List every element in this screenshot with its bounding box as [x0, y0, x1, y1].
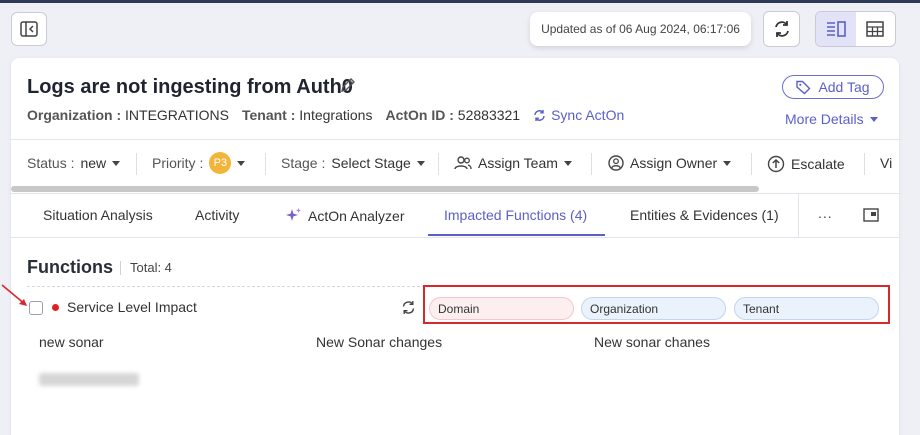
- tab-situation-analysis[interactable]: Situation Analysis: [43, 207, 153, 223]
- more-tabs-icon[interactable]: ...: [818, 205, 833, 221]
- domain-chip: Domain: [429, 297, 574, 320]
- meta-tenant: Tenant : Integrations: [241, 107, 373, 123]
- sparkle-icon: [286, 208, 301, 221]
- tab-entities-evidences[interactable]: Entities & Evidences (1): [630, 207, 779, 223]
- panel-icon[interactable]: [863, 208, 879, 222]
- caret-down-icon: [416, 160, 425, 166]
- separator: [120, 261, 121, 275]
- collapse-sidebar-button[interactable]: [11, 12, 47, 46]
- separator: [751, 153, 752, 175]
- top-accent-bar: [0, 0, 920, 3]
- tag-icon: [796, 80, 811, 94]
- table-view-button[interactable]: [856, 12, 896, 46]
- split-view-icon: [826, 21, 846, 37]
- tab-activity[interactable]: Activity: [195, 207, 239, 223]
- separator: [864, 153, 865, 175]
- separator: [265, 153, 266, 175]
- caret-down-icon: [723, 160, 732, 166]
- incident-card: Logs are not ingesting from Auth0 Organi…: [11, 58, 899, 435]
- dashed-divider: [27, 286, 435, 287]
- priority-dropdown[interactable]: Priority : P3: [152, 152, 246, 174]
- incident-meta: Organization : INTEGRATIONS Tenant : Int…: [27, 107, 624, 123]
- caret-down-icon: [869, 116, 878, 122]
- status-dropdown[interactable]: Status : new: [27, 155, 121, 171]
- annotation-arrow-icon: [1, 284, 27, 306]
- priority-badge: P3: [209, 152, 232, 174]
- user-circle-icon: [608, 155, 624, 171]
- tab-acton-analyzer[interactable]: ActOn Analyzer: [285, 207, 405, 224]
- caret-down-icon: [563, 160, 572, 166]
- tab-impacted-functions[interactable]: Impacted Functions (4): [444, 207, 587, 223]
- assign-owner-dropdown[interactable]: Assign Owner: [608, 155, 732, 171]
- reload-icon[interactable]: [401, 300, 416, 315]
- redacted-text: [39, 373, 139, 386]
- action-bar: Status : new Priority : P3 Stage : Selec…: [11, 140, 899, 187]
- sync-icon: [534, 109, 545, 121]
- team-icon: [454, 156, 472, 170]
- meta-organization: Organization : INTEGRATIONS: [27, 107, 229, 123]
- horizontal-scrollbar[interactable]: [11, 186, 759, 192]
- domain-value: new sonar: [39, 334, 104, 350]
- status-dot-icon: [52, 304, 59, 311]
- table-view-icon: [866, 21, 884, 37]
- split-view-button[interactable]: [816, 12, 856, 46]
- divider: [11, 237, 899, 238]
- organization-value: New Sonar changes: [316, 334, 443, 350]
- functions-heading: Functions: [27, 257, 113, 277]
- pencil-icon[interactable]: [340, 77, 356, 93]
- separator: [591, 153, 592, 175]
- view-toggle-group: [815, 11, 896, 47]
- active-tab-indicator: [428, 234, 605, 236]
- refresh-icon: [774, 21, 789, 37]
- tenant-chip: Tenant: [734, 297, 879, 320]
- functions-total: Total: 4: [130, 260, 172, 275]
- escalate-button[interactable]: Escalate: [767, 155, 845, 173]
- separator: [438, 153, 439, 175]
- refresh-button[interactable]: [763, 11, 800, 47]
- tab-bar: Situation Analysis Activity ActOn Analyz…: [11, 194, 899, 237]
- tab-bar-controls: ...: [798, 194, 899, 237]
- updated-timestamp-tooltip: Updated as of 06 Aug 2024, 06:17:06: [530, 12, 751, 46]
- caret-down-icon: [112, 160, 121, 166]
- separator: [136, 153, 137, 175]
- sync-acton-link[interactable]: Sync ActOn: [533, 107, 624, 123]
- add-tag-button[interactable]: Add Tag: [782, 75, 884, 99]
- escalate-icon: [767, 155, 785, 173]
- sidebar-toggle-icon: [20, 21, 38, 37]
- more-details-button[interactable]: More Details: [785, 111, 878, 127]
- meta-acton-id: ActOn ID : 52883321: [385, 107, 521, 123]
- caret-down-icon: [237, 160, 246, 166]
- tenant-value: New sonar chanes: [594, 334, 710, 350]
- organization-chip: Organization: [581, 297, 726, 320]
- stage-dropdown[interactable]: Stage : Select Stage: [281, 155, 425, 171]
- assign-team-dropdown[interactable]: Assign Team: [454, 155, 572, 171]
- function-name: Service Level Impact: [67, 299, 197, 315]
- incident-title: Logs are not ingesting from Auth0: [27, 76, 353, 98]
- action-overflow-item[interactable]: Vi: [880, 155, 892, 171]
